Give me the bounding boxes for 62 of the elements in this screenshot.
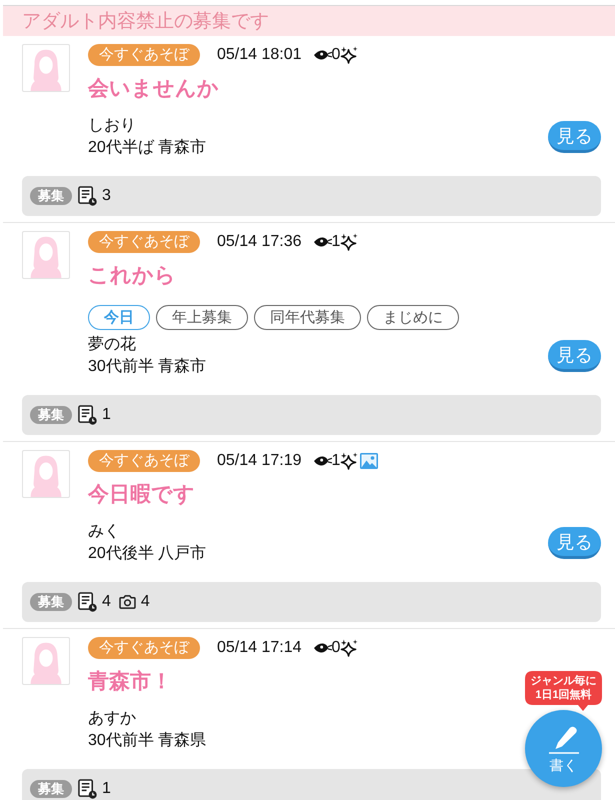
reply-count: 3 <box>102 188 111 204</box>
sparkle-icon <box>340 46 358 64</box>
avatar-icon <box>22 637 70 685</box>
user-name: みく <box>88 522 120 542</box>
view-button[interactable]: 見る <box>548 340 601 372</box>
tooltip-text: ジャンル毎に <box>530 674 596 688</box>
type-badge: 募集 <box>30 780 72 798</box>
tooltip-text: 1日1回無料 <box>535 688 592 702</box>
eye-icon <box>314 237 332 247</box>
tag-chip: まじめに <box>367 305 459 330</box>
user-profile: 20代後半 八戸市 <box>88 544 206 564</box>
write-button[interactable]: 書く <box>525 710 602 787</box>
view-count: 1 <box>332 234 340 250</box>
user-name: あすか <box>88 709 136 729</box>
user-profile: 30代前半 青森県 <box>88 730 206 751</box>
user-name: しおり <box>88 116 136 136</box>
document-clock-icon <box>78 405 97 425</box>
category-badge: 今すぐあそぼ <box>88 637 200 659</box>
post-title: これから <box>88 263 176 289</box>
user-profile: 20代半ば 青森市 <box>88 138 206 158</box>
post-title: 今日暇です <box>88 482 195 508</box>
user-name: 夢の花 <box>88 334 136 355</box>
tag-chip: 同年代募集 <box>254 305 361 330</box>
document-clock-icon <box>78 186 97 206</box>
reply-count: 1 <box>102 781 111 797</box>
eye-icon <box>314 643 332 653</box>
photo-count: 4 <box>140 594 150 610</box>
post-date: 05/14 17:14 <box>217 640 302 656</box>
sparkle-icon <box>340 233 358 251</box>
camera-icon <box>118 595 136 609</box>
view-button[interactable]: 見る <box>548 527 601 559</box>
avatar-icon <box>22 231 70 279</box>
view-count: 1 <box>332 453 340 469</box>
tag-chip: 年上募集 <box>156 305 248 330</box>
sparkle-icon <box>340 639 358 657</box>
category-badge: 今すぐあそぼ <box>88 450 200 472</box>
document-clock-icon <box>78 779 97 799</box>
document-clock-icon <box>78 592 97 612</box>
category-badge: 今すぐあそぼ <box>88 231 200 253</box>
tag-chip: 今日 <box>88 305 150 330</box>
user-profile: 30代前半 青森市 <box>88 356 206 377</box>
post-date: 05/14 18:01 <box>217 47 302 63</box>
view-count: 0 <box>332 47 340 63</box>
reply-count: 4 <box>102 594 111 610</box>
reply-count: 1 <box>102 407 111 423</box>
type-badge: 募集 <box>30 406 72 424</box>
post-title: 会いませんか <box>88 76 219 102</box>
avatar-icon <box>22 450 70 498</box>
category-badge: 今すぐあそぼ <box>88 44 200 66</box>
post-date: 05/14 17:36 <box>217 234 302 250</box>
notice-banner: アダルト内容禁止の募集です <box>3 6 615 36</box>
type-badge: 募集 <box>30 593 72 611</box>
pen-icon <box>548 726 578 754</box>
avatar-icon <box>22 44 70 92</box>
post-date: 05/14 17:19 <box>217 453 302 469</box>
view-count: 0 <box>332 640 340 656</box>
eye-icon <box>314 50 332 60</box>
view-button[interactable]: 見る <box>548 121 601 153</box>
type-badge: 募集 <box>30 187 72 205</box>
post-title: 青森市！ <box>88 669 172 695</box>
sparkle-icon <box>340 452 358 470</box>
eye-icon <box>314 456 332 466</box>
